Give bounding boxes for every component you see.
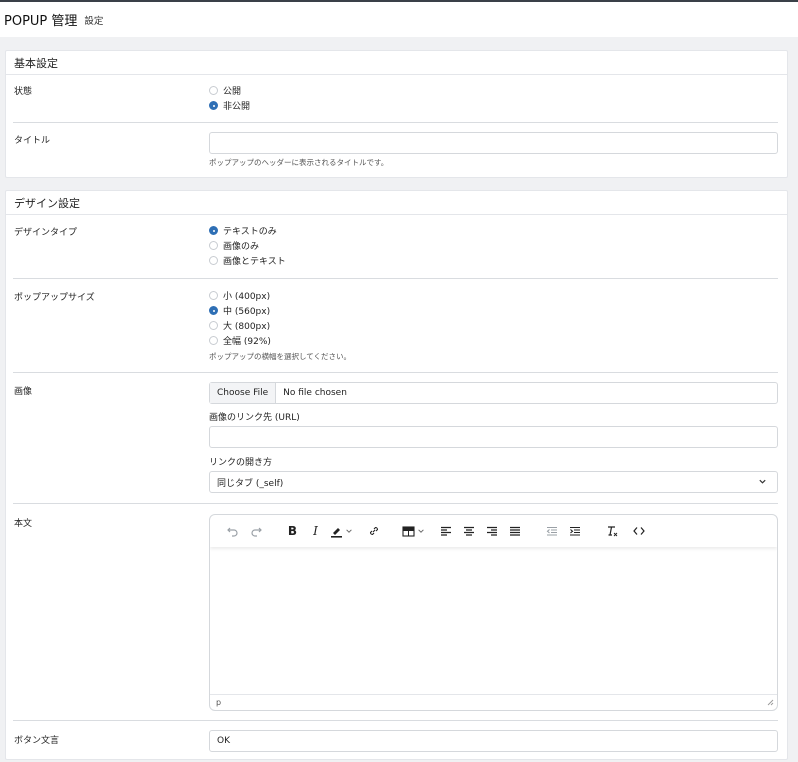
source-code-icon[interactable] <box>628 521 649 541</box>
page-subtitle: 設定 <box>84 16 104 27</box>
align-right-icon[interactable] <box>481 521 502 541</box>
title-help-text: ポップアップのヘッダーに表示されるタイトルです。 <box>209 158 389 167</box>
radio-icon <box>209 86 218 95</box>
radio-label: 画像のみ <box>223 242 260 252</box>
link-target-label: リンクの開き方 <box>209 458 273 468</box>
design-settings-card: デザイン設定 デザインタイプ テキストのみ 画像のみ 画像とテキスト ポップアッ… <box>5 190 788 760</box>
radio-label: 非公開 <box>223 102 251 112</box>
radio-label: 画像とテキスト <box>223 257 286 267</box>
align-center-icon[interactable] <box>458 521 479 541</box>
image-link-input[interactable] <box>209 426 778 448</box>
element-path: p <box>216 698 222 707</box>
design-type-option-image[interactable]: 画像のみ <box>209 238 778 253</box>
design-type-option-image-text[interactable]: 画像とテキスト <box>209 253 778 268</box>
link-target-value: 同じタブ (_self) <box>217 478 284 489</box>
body-label: 本文 <box>14 519 33 529</box>
page-title: POPUP 管理 <box>4 14 78 29</box>
italic-icon[interactable]: I <box>305 521 326 541</box>
radio-selected-icon <box>209 101 218 110</box>
image-file-input[interactable]: Choose File No file chosen <box>209 382 778 404</box>
design-type-label: デザインタイプ <box>14 228 78 238</box>
image-link-label: 画像のリンク先 (URL) <box>209 413 300 423</box>
status-radio-group: 公開 非公開 <box>209 83 778 113</box>
align-justify-icon[interactable] <box>504 521 525 541</box>
status-label: 状態 <box>14 87 33 97</box>
link-target-select[interactable]: 同じタブ (_self) <box>209 471 778 493</box>
body-row: 本文 B I p <box>13 504 778 721</box>
design-type-radio-group: テキストのみ 画像のみ 画像とテキスト <box>209 223 778 268</box>
radio-icon <box>209 291 218 300</box>
status-option-private[interactable]: 非公開 <box>209 98 778 113</box>
button-text-label: ボタン文言 <box>14 736 60 746</box>
rich-text-editor: B I p <box>209 514 778 711</box>
radio-icon <box>209 241 218 250</box>
button-text-control: OK <box>209 730 778 754</box>
chevron-down-icon[interactable] <box>416 521 425 541</box>
image-label: 画像 <box>14 387 33 397</box>
radio-label: 大 (800px) <box>223 322 271 332</box>
design-settings-heading: デザイン設定 <box>6 191 787 215</box>
radio-selected-icon <box>209 306 218 315</box>
resize-handle-icon[interactable] <box>767 699 774 708</box>
clear-format-icon[interactable] <box>601 521 622 541</box>
popup-size-row: ポップアップサイズ 小 (400px) 中 (560px) 大 (800px) … <box>13 279 778 373</box>
design-type-option-text[interactable]: テキストのみ <box>209 223 778 238</box>
chevron-down-icon <box>758 477 767 489</box>
editor-content-area[interactable] <box>210 547 777 694</box>
align-left-icon[interactable] <box>435 521 456 541</box>
popup-size-option-small[interactable]: 小 (400px) <box>209 288 778 303</box>
table-icon[interactable] <box>400 521 416 541</box>
radio-icon <box>209 256 218 265</box>
basic-settings-card: 基本設定 状態 公開 非公開 タイトル ポップアップのヘッダーに表示されるタイト… <box>5 50 788 178</box>
highlight-icon[interactable] <box>328 521 344 541</box>
popup-size-help-text: ポップアップの横幅を選択してください。 <box>209 352 352 361</box>
radio-icon <box>209 336 218 345</box>
popup-size-label: ポップアップサイズ <box>14 293 95 303</box>
undo-icon[interactable] <box>222 521 243 541</box>
button-text-row: ボタン文言 OK <box>13 721 778 761</box>
file-status-text: No file chosen <box>283 388 347 398</box>
title-row: タイトル ポップアップのヘッダーに表示されるタイトルです。 <box>13 123 778 178</box>
basic-settings-heading: 基本設定 <box>6 51 787 75</box>
editor-status-bar: p <box>210 694 777 710</box>
radio-label: 全幅 (92%) <box>223 337 271 347</box>
title-label: タイトル <box>14 136 51 146</box>
status-row: 状態 公開 非公開 <box>13 75 778 123</box>
design-type-row: デザインタイプ テキストのみ 画像のみ 画像とテキスト <box>13 215 778 279</box>
title-control: ポップアップのヘッダーに表示されるタイトルです。 <box>209 132 778 178</box>
page-header: POPUP 管理 設定 <box>0 2 798 37</box>
radio-selected-icon <box>209 226 218 235</box>
status-option-public[interactable]: 公開 <box>209 83 778 98</box>
image-row: 画像 Choose File No file chosen 画像のリンク先 (U… <box>13 373 778 504</box>
bold-icon[interactable]: B <box>282 521 303 541</box>
editor-toolbar: B I <box>210 515 777 547</box>
radio-label: 中 (560px) <box>223 307 271 317</box>
popup-size-option-full[interactable]: 全幅 (92%) <box>209 333 778 348</box>
choose-file-button[interactable]: Choose File <box>210 383 277 403</box>
chevron-down-icon[interactable] <box>344 521 353 541</box>
radio-label: テキストのみ <box>223 227 277 237</box>
radio-icon <box>209 321 218 330</box>
body-control: B I p <box>209 514 778 714</box>
image-control: Choose File No file chosen 画像のリンク先 (URL)… <box>209 382 778 502</box>
radio-label: 小 (400px) <box>223 292 271 302</box>
popup-size-radio-group: 小 (400px) 中 (560px) 大 (800px) 全幅 (92%) ポ… <box>209 288 778 362</box>
radio-label: 公開 <box>223 87 242 97</box>
outdent-icon[interactable] <box>541 521 562 541</box>
popup-size-option-medium[interactable]: 中 (560px) <box>209 303 778 318</box>
redo-icon[interactable] <box>245 521 266 541</box>
button-text-input[interactable]: OK <box>209 730 778 752</box>
popup-size-option-large[interactable]: 大 (800px) <box>209 318 778 333</box>
link-icon[interactable] <box>363 521 384 541</box>
indent-icon[interactable] <box>564 521 585 541</box>
title-input[interactable] <box>209 132 778 154</box>
